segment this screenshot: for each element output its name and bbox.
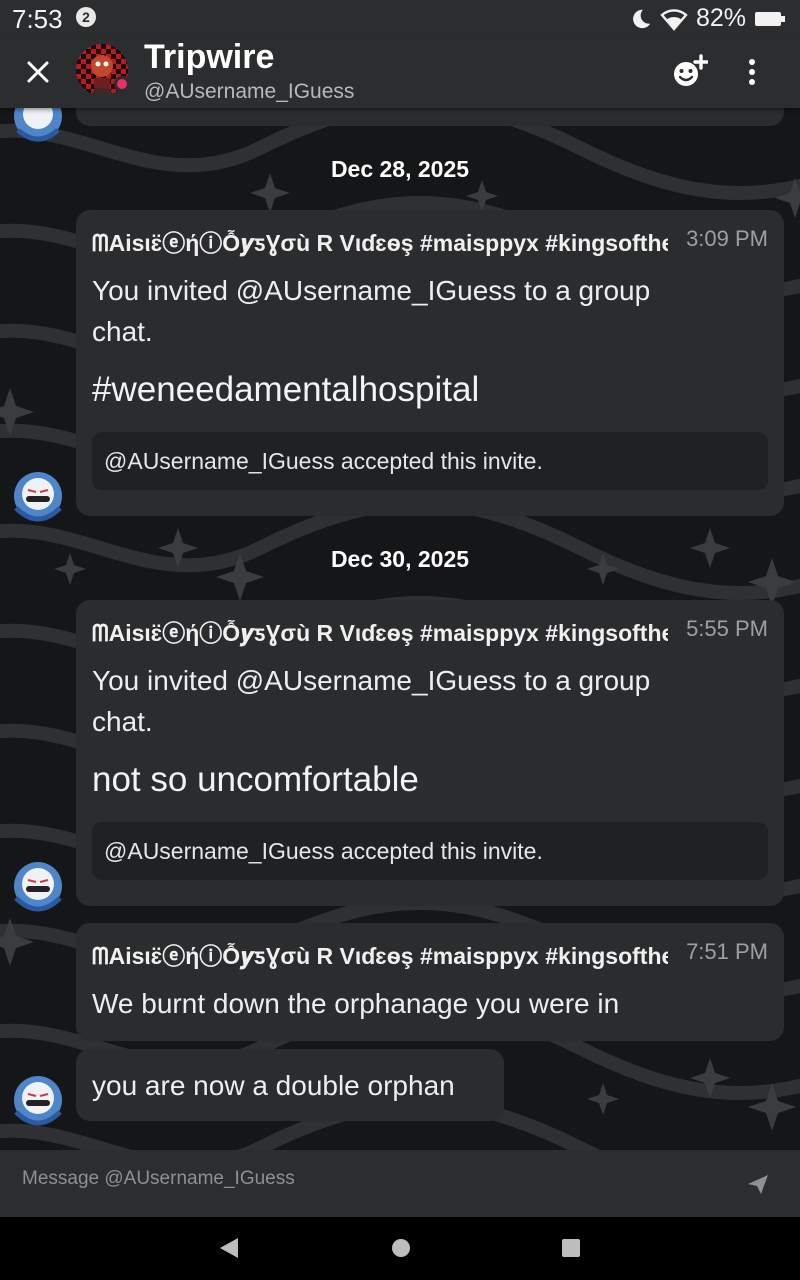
status-icons: 82%	[630, 4, 786, 33]
group-chat-name: not so uncomfortable	[92, 760, 419, 799]
chat-header: Tripwire @AUsername_IGuess	[0, 38, 800, 108]
message-author[interactable]: ᗰAisιɛ̈ⓔήⓘỖ𝒚ƽƔσù R Vιɗɛѳş #maisppyx #kin…	[92, 224, 668, 258]
sender-avatar[interactable]	[12, 860, 64, 912]
close-icon[interactable]	[22, 56, 54, 88]
status-bar: 7:53 2 82%	[0, 0, 800, 38]
message-list[interactable]: Dec 28, 2025 ᗰAisιɛ̈ⓔήⓘỖ𝒚ƽƔσù R Vιɗɛѳş #…	[0, 108, 800, 1150]
sender-avatar[interactable]	[12, 470, 64, 522]
message-author[interactable]: ᗰAisιɛ̈ⓔήⓘỖ𝒚ƽƔσù R Vιɗɛѳş #maisppyx #kin…	[92, 614, 668, 648]
page-title[interactable]: Tripwire	[144, 38, 274, 77]
send-icon[interactable]	[744, 1170, 772, 1198]
header-handle: @AUsername_IGuess	[144, 80, 355, 103]
battery-percent: 82%	[695, 4, 746, 32]
add-friend-icon[interactable]	[670, 54, 708, 90]
message-bubble[interactable]: ᗰAisιɛ̈ⓔήⓘỖ𝒚ƽƔσù R Vιɗɛѳş #maisppyx #kin…	[76, 210, 784, 516]
message-input[interactable]: Message @AUsername_IGuess	[22, 1168, 295, 1190]
date-separator: Dec 28, 2025	[0, 154, 800, 184]
date-separator: Dec 30, 2025	[0, 544, 800, 574]
home-icon[interactable]	[391, 1238, 411, 1258]
system-nav-bar	[0, 1217, 800, 1280]
wifi-icon	[660, 8, 688, 31]
group-chat-name: #weneedamentalhospital	[92, 370, 480, 409]
date-label: Dec 28, 2025	[316, 154, 484, 184]
date-label: Dec 30, 2025	[316, 544, 484, 574]
sender-avatar[interactable]	[12, 108, 64, 142]
message-bubble[interactable]: ᗰAisιɛ̈ⓔήⓘỖ𝒚ƽƔσù R Vιɗɛѳş #maisppyx #kin…	[76, 600, 784, 906]
message-bubble[interactable]: ᗰAisιɛ̈ⓔήⓘỖ𝒚ƽƔσù R Vιɗɛѳş #maisppyx #kin…	[76, 923, 784, 1041]
invite-status-text: @AUsername_IGuess accepted this invite.	[104, 838, 543, 864]
back-icon[interactable]	[218, 1237, 240, 1259]
previous-message-bubble[interactable]	[76, 108, 784, 126]
avatar[interactable]	[76, 44, 130, 96]
battery-icon	[755, 11, 785, 26]
message-timestamp: 5:55 PM	[686, 616, 768, 641]
message-timestamp: 3:09 PM	[686, 226, 768, 251]
moon-icon	[633, 9, 651, 28]
message-text: We burnt down the orphanage you were in	[92, 988, 620, 1019]
notification-count-badge: 2	[76, 7, 96, 27]
online-status-dot	[114, 76, 130, 92]
message-bubble[interactable]: you are now a double orphan	[76, 1049, 504, 1121]
invite-status-box[interactable]: @AUsername_IGuess accepted this invite.	[92, 432, 768, 490]
message-text: you are now a double orphan	[92, 1070, 455, 1101]
message-text: You invited @AUsername_IGuess to a group…	[92, 665, 651, 737]
status-time: 7:53	[12, 4, 63, 34]
message-timestamp: 7:51 PM	[686, 939, 768, 964]
more-vert-icon[interactable]	[738, 54, 766, 90]
message-composer: Message @AUsername_IGuess	[0, 1150, 800, 1217]
invite-status-box[interactable]: @AUsername_IGuess accepted this invite.	[92, 822, 768, 880]
message-author[interactable]: ᗰAisιɛ̈ⓔήⓘỖ𝒚ƽƔσù R Vιɗɛѳş #maisppyx #kin…	[92, 937, 668, 971]
recents-icon[interactable]	[561, 1238, 581, 1258]
invite-status-text: @AUsername_IGuess accepted this invite.	[104, 448, 543, 474]
sender-avatar[interactable]	[12, 1074, 64, 1126]
message-text: You invited @AUsername_IGuess to a group…	[92, 275, 651, 347]
